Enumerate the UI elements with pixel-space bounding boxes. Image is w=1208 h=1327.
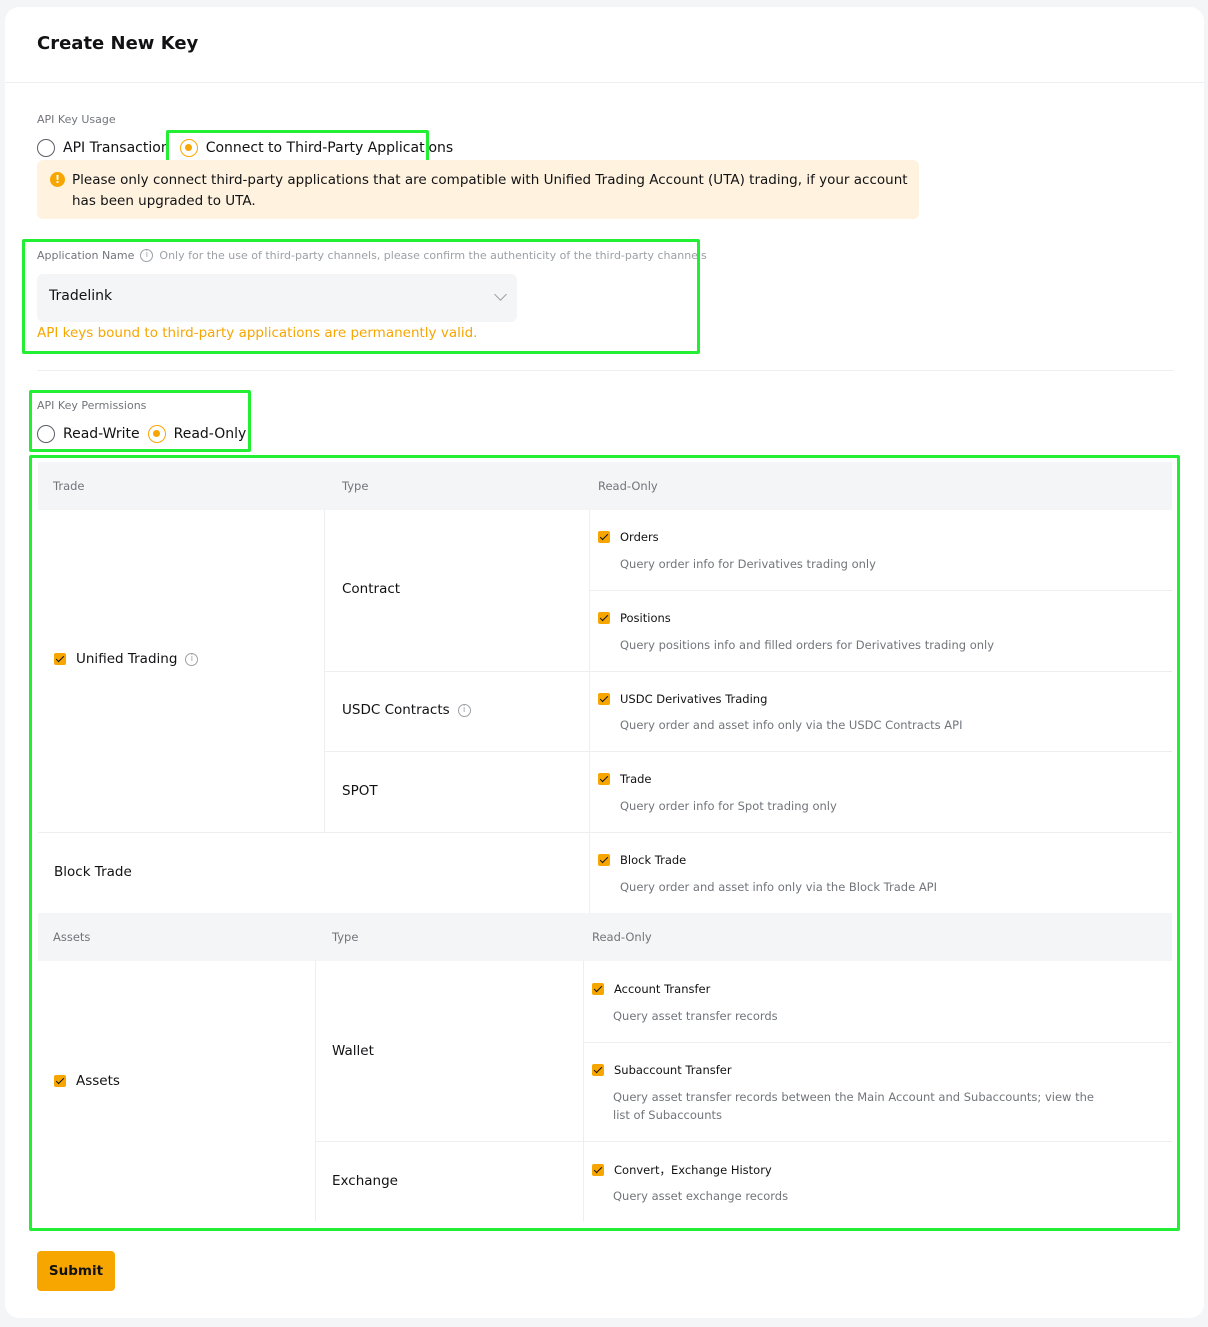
highlight-box <box>29 390 251 452</box>
usage-label: API Key Usage <box>37 113 116 126</box>
highlight-box <box>22 239 700 354</box>
warning-icon: ! <box>50 172 65 187</box>
radio-label: API Transaction <box>63 140 170 156</box>
highlight-box <box>29 455 1180 1231</box>
create-key-card: Create New Key API Key Usage API Transac… <box>5 7 1204 1318</box>
uta-notice: ! Please only connect third-party applic… <box>37 160 919 219</box>
page-title: Create New Key <box>37 33 199 54</box>
card-header: Create New Key <box>5 7 1204 83</box>
divider <box>37 370 1173 371</box>
submit-button[interactable]: Submit <box>37 1251 115 1291</box>
radio-circle[interactable] <box>37 139 55 157</box>
radio-api-transaction[interactable]: API Transaction <box>37 139 170 157</box>
notice-text: Please only connect third-party applicat… <box>72 172 908 209</box>
